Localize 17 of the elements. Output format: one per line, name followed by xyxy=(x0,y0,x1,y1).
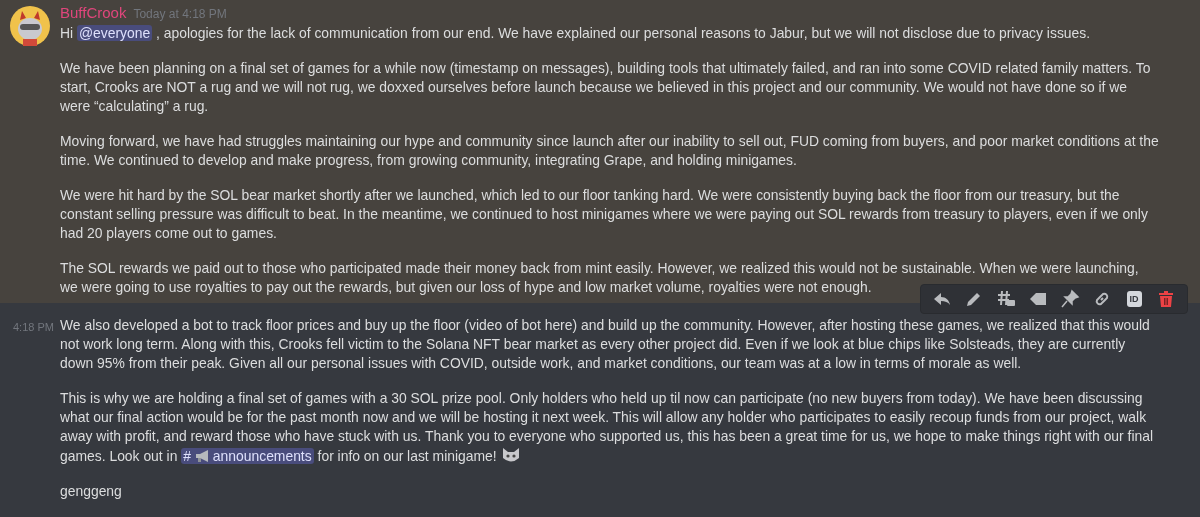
message-paragraph: genggeng xyxy=(60,482,123,501)
message-paragraph: Moving forward, we have had struggles maintaining our hype and community since launch after our inability to sell out, FUD coming from buyers, and poor market conditions at the time. We continued to develop and make progress, from growing community, integrating Grape, and holding minigames. xyxy=(60,132,1160,170)
channel-link[interactable]: # announcements xyxy=(181,448,314,464)
message-timestamp: Today at 4:18 PM xyxy=(133,7,227,21)
message-paragraph: We have been planning on a final set of games for a while now (timestamp on messages), building tools that ultimately failed, and ran into some COVID related family matters. To start, Crooks are NOT a rug and we will not rug, we doxxed ourselves before launch because we believed in this project and our community. We would not have done so if we were “calculating” a rug. xyxy=(60,59,1152,116)
pin-icon xyxy=(1060,289,1080,309)
trash-icon xyxy=(1156,289,1176,309)
message-paragraph: This is why we are holding a final set of games with a 30 SOL prize pool. Only holders who held up til now can participate (no new buyers from today). We have been discussing what our final action would be for the past month now and we will be hosting it next week. This will allow any holder who participates to easily recoup funds from our project, walk away with profit, and reward those who have stuck with us. Thank you to everyone who supported us, this has been a great time for us, we hope to make things right with our final games. Look out in # announcements for info on our last minigame! xyxy=(60,389,1155,466)
avatar[interactable] xyxy=(10,6,50,46)
message-paragraph: We also developed a bot to track floor prices and buy up the floor (video of bot here) and build up the community. However, after hosting these games, we realized that this would not work long term. Along with this, Crooks fell victim to the Solana NFT bear market as every other project did. Even if we look at blue chips like Solsteads, they are currently down 95% from their peak. Given all our personal issues with COVID, outside work, and market conditions, our team was at a low in terms of morale as well. xyxy=(60,316,1151,373)
message-paragraph: We were hit hard by the SOL bear market shortly after we launched, which led to our floor tanking hard. We were consistently buying back the floor from our treasury, but the constant selling pressure was difficult to beat. In the meantime, we continued to host minigames where we were paying out SOL rewards from treasury to players, even if we only had 20 players come out to games. xyxy=(60,186,1149,243)
megaphone-icon xyxy=(194,449,211,463)
thread-icon xyxy=(996,289,1016,309)
message-timestamp: 4:18 PM xyxy=(13,321,54,335)
cat-face-icon xyxy=(500,446,521,464)
mention-link[interactable]: @everyone xyxy=(77,25,153,41)
message-paragraph: Hi @everyone , apologies for the lack of communication from our end. We have explained our personal reasons to Jabur, but we will not disclose due to privacy issues. xyxy=(60,24,1092,43)
